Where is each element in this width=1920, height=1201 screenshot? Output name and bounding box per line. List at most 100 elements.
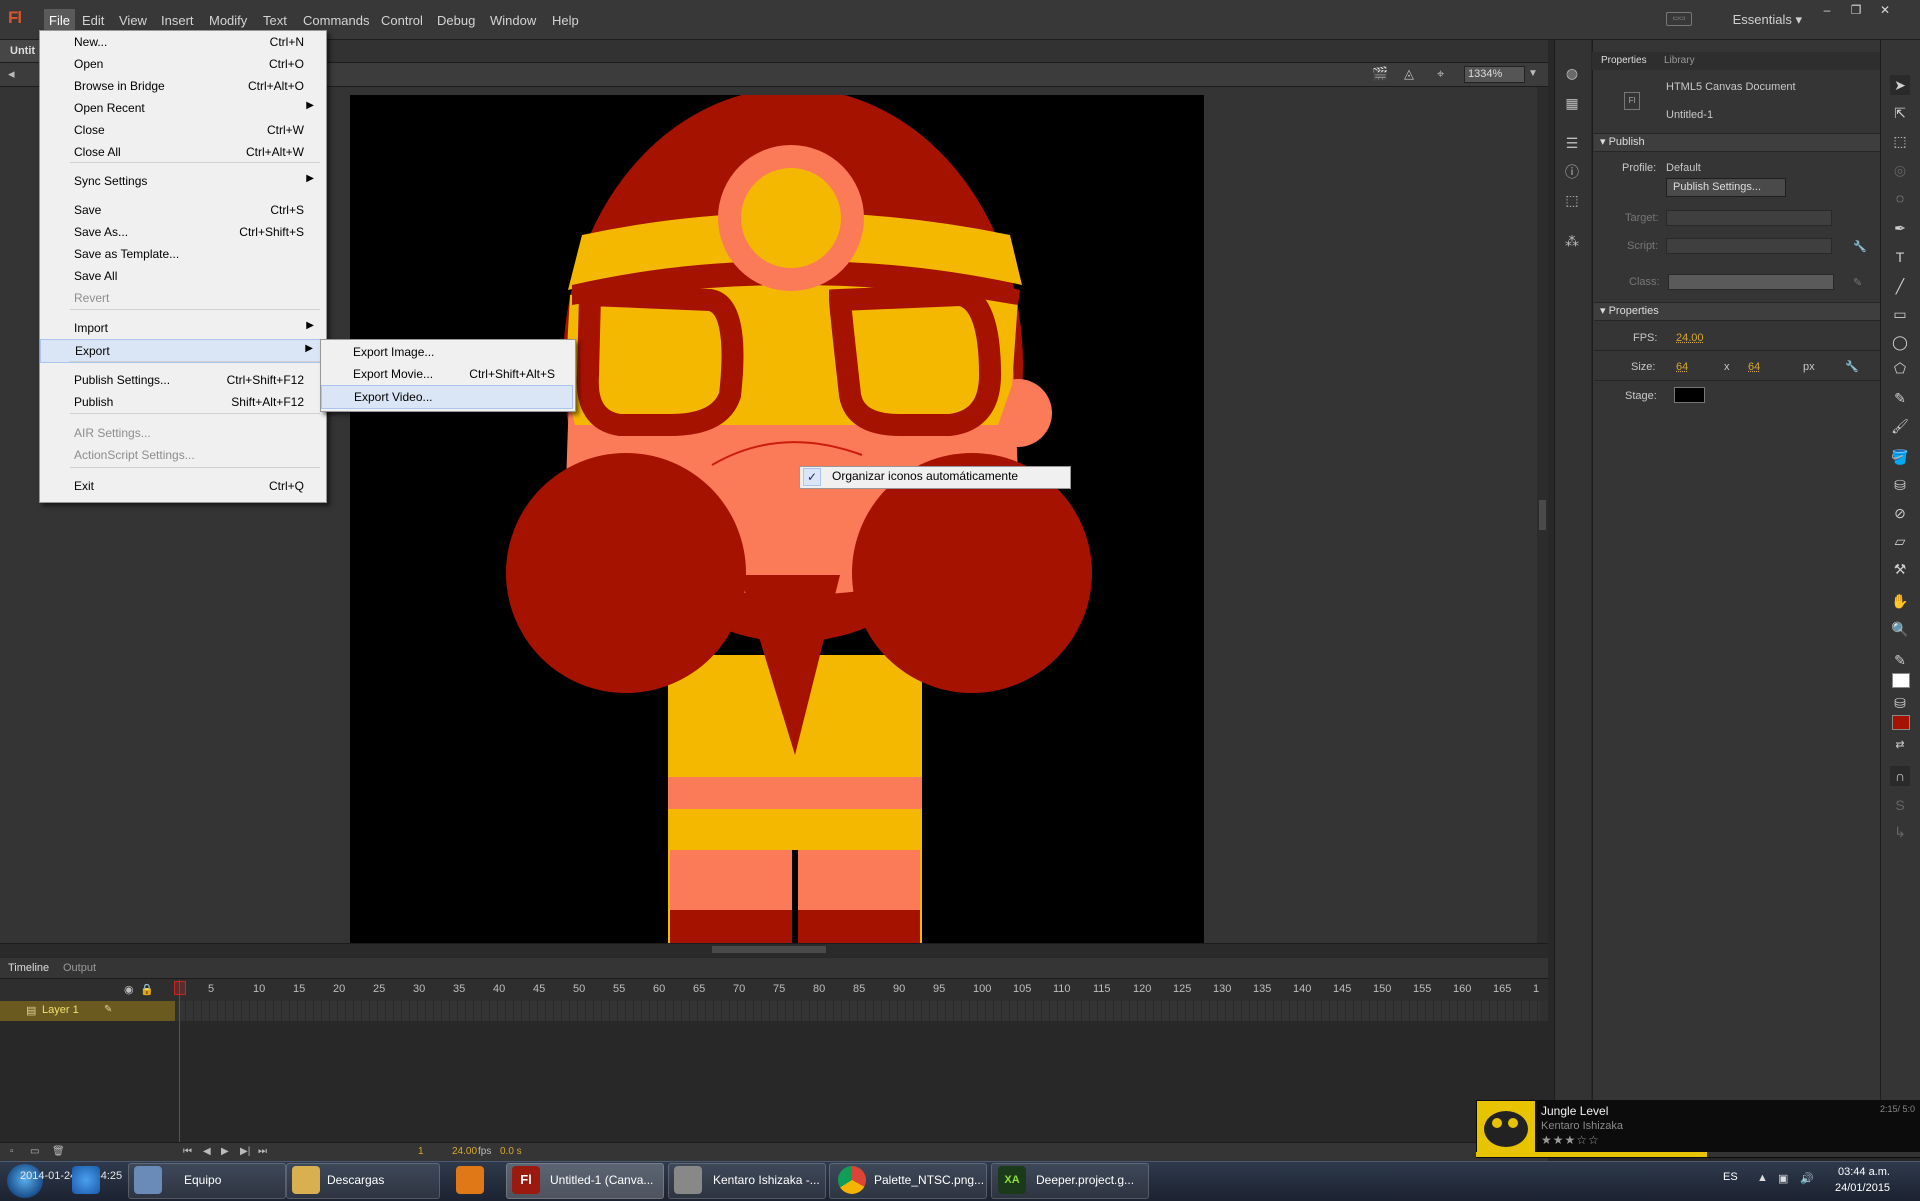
text-tool-icon[interactable]: T <box>1890 247 1910 267</box>
eye-icon[interactable]: ◉ <box>124 983 134 996</box>
show-hidden-icons[interactable]: ▲ <box>1757 1172 1768 1184</box>
close-icon[interactable]: ✕ <box>1874 3 1896 17</box>
fps-value[interactable]: 24.00 <box>1676 332 1704 344</box>
hand-tool-icon[interactable]: ✋ <box>1890 591 1910 611</box>
first-frame-icon[interactable]: ⏮ <box>183 1146 192 1157</box>
internet-explorer-icon[interactable] <box>72 1166 100 1194</box>
ink-bottle-tool-icon[interactable]: ⛁ <box>1890 475 1910 495</box>
media-player-icon[interactable] <box>456 1166 484 1194</box>
symbol-icon[interactable]: ◬ <box>1404 66 1414 82</box>
wrench-icon[interactable]: 🔧 <box>1845 360 1859 373</box>
stage[interactable] <box>350 95 1204 943</box>
step-forward-icon[interactable]: ▶| <box>240 1146 250 1157</box>
chevron-down-icon[interactable]: ▼ <box>1528 68 1538 79</box>
lock-icon[interactable]: 🔒 <box>140 983 154 996</box>
snap-icon[interactable]: ∩ <box>1890 766 1910 786</box>
transform-icon[interactable]: ⬚ <box>1563 191 1581 209</box>
file-menu-item-save-as[interactable]: Save As... Ctrl+Shift+S <box>40 221 324 243</box>
height-value[interactable]: 64 <box>1748 361 1760 373</box>
track-rating[interactable]: ★★★☆☆ <box>1541 1133 1600 1147</box>
rectangle-tool-icon[interactable]: ▭ <box>1890 304 1910 324</box>
menu-control[interactable]: Control <box>376 11 428 30</box>
tab-timeline[interactable]: Timeline <box>8 962 49 974</box>
submenu-item-export-video[interactable]: Export Video... <box>321 385 573 409</box>
eyedropper-tool-icon[interactable]: ⊘ <box>1890 503 1910 523</box>
vertical-scroll-thumb[interactable] <box>1539 500 1546 530</box>
file-menu-item-new[interactable]: New... Ctrl+N <box>40 31 324 53</box>
file-menu-item-publish-settings[interactable]: Publish Settings... Ctrl+Shift+F12 <box>40 369 324 391</box>
wrench-icon[interactable]: 🔧 <box>1853 240 1867 253</box>
menu-debug[interactable]: Debug <box>432 11 480 30</box>
polystar-tool-icon[interactable]: ⬠ <box>1890 358 1910 378</box>
pencil-icon[interactable]: ✎ <box>1853 276 1862 289</box>
tab-output[interactable]: Output <box>63 962 96 974</box>
swatches-icon[interactable]: ▦ <box>1563 94 1581 112</box>
tab-properties[interactable]: Properties <box>1601 55 1647 66</box>
center-stage-icon[interactable]: ⌖ <box>1437 66 1444 82</box>
submenu-item-export-movie[interactable]: Export Movie... Ctrl+Shift+Alt+S <box>321 363 573 385</box>
clock-date[interactable]: 24/01/2015 <box>1835 1182 1890 1194</box>
free-transform-tool-icon[interactable]: ⬚ <box>1890 131 1910 151</box>
align-icon[interactable]: ☰ <box>1563 134 1581 152</box>
workspace-switcher[interactable]: Essentials ▾ <box>1733 12 1802 28</box>
menu-modify[interactable]: Modify <box>204 11 252 30</box>
components-icon[interactable]: ⁂ <box>1563 232 1581 250</box>
file-menu-item-export[interactable]: Export ▶ <box>40 339 324 363</box>
file-menu-item-open-recent[interactable]: Open Recent ▶ <box>40 97 324 119</box>
subselection-tool-icon[interactable]: ⇱ <box>1890 103 1910 123</box>
file-menu-item-save-all[interactable]: Save All <box>40 265 324 287</box>
restore-icon[interactable]: ❐ <box>1845 3 1867 17</box>
publish-settings-button[interactable]: Publish Settings... <box>1666 178 1786 197</box>
pen-tool-icon[interactable]: ✒ <box>1890 218 1910 238</box>
fps-readout[interactable]: 24.00 <box>452 1146 477 1157</box>
line-tool-icon[interactable]: ╱ <box>1890 276 1910 296</box>
file-menu-item-publish[interactable]: Publish Shift+Alt+F12 <box>40 391 324 413</box>
smooth-icon[interactable]: S <box>1890 795 1910 815</box>
target-select[interactable] <box>1666 210 1832 226</box>
play-icon[interactable]: ▶ <box>221 1146 229 1157</box>
3d-rotation-tool-icon[interactable]: ◎ <box>1890 160 1910 180</box>
file-menu-item-close[interactable]: Close Ctrl+W <box>40 119 324 141</box>
color-icon[interactable]: ◍ <box>1563 64 1581 82</box>
lasso-tool-icon[interactable]: ◌ <box>1890 188 1910 208</box>
file-menu-item-browse-in-bridge[interactable]: Browse in Bridge Ctrl+Alt+O <box>40 75 324 97</box>
file-menu-item-open[interactable]: Open Ctrl+O <box>40 53 324 75</box>
pencil-tool-icon[interactable]: ✎ <box>1890 388 1910 408</box>
current-frame[interactable]: 1 <box>418 1146 424 1157</box>
frame-cells[interactable] <box>178 1001 1540 1021</box>
menu-insert[interactable]: Insert <box>156 11 199 30</box>
brush-tool-icon[interactable]: 🖌 <box>1890 416 1910 436</box>
new-folder-icon[interactable]: ▭ <box>30 1146 39 1157</box>
network-icon[interactable]: ▣ <box>1778 1172 1788 1185</box>
context-menu-item-auto-arrange[interactable]: Organizar iconos automáticamente <box>832 469 1018 483</box>
menu-edit[interactable]: Edit <box>77 11 109 30</box>
eraser-tool-icon[interactable]: ▱ <box>1890 531 1910 551</box>
tab-library[interactable]: Library <box>1664 55 1695 66</box>
playhead[interactable] <box>179 980 180 1163</box>
scene-icon[interactable]: 🎬 <box>1372 66 1388 82</box>
oval-tool-icon[interactable]: ◯ <box>1890 332 1910 352</box>
file-menu-item-save[interactable]: Save Ctrl+S <box>40 199 324 221</box>
time-readout[interactable]: 0.0 s <box>500 1146 522 1157</box>
file-menu-item-save-as-template[interactable]: Save as Template... <box>40 243 324 265</box>
script-select[interactable] <box>1666 238 1832 254</box>
swap-colors-icon[interactable]: ⇄ <box>1890 735 1910 755</box>
stroke-color-icon[interactable]: ✎ <box>1890 650 1910 670</box>
step-back-icon[interactable]: ◀ <box>203 1146 211 1157</box>
clock-time[interactable]: 03:44 a.m. <box>1838 1166 1890 1178</box>
last-frame-icon[interactable]: ⏭ <box>258 1146 267 1157</box>
fill-color-icon[interactable]: ⛁ <box>1890 693 1910 713</box>
menu-help[interactable]: Help <box>547 11 584 30</box>
zoom-tool-icon[interactable]: 🔍 <box>1890 619 1910 639</box>
file-menu-item-exit[interactable]: Exit Ctrl+Q <box>40 475 324 497</box>
paint-bucket-tool-icon[interactable]: 🪣 <box>1890 447 1910 467</box>
publish-section-header[interactable]: ▾ Publish <box>1594 133 1880 152</box>
language-indicator[interactable]: ES <box>1723 1171 1738 1183</box>
file-menu-item-import[interactable]: Import ▶ <box>40 317 324 339</box>
minimize-icon[interactable]: – <box>1816 3 1838 17</box>
sync-icon[interactable]: ▭▭ <box>1666 12 1692 26</box>
horizontal-scroll-thumb[interactable] <box>712 946 826 953</box>
back-arrow-icon[interactable]: ◂ <box>8 66 15 82</box>
file-menu-item-sync-settings[interactable]: Sync Settings ▶ <box>40 170 324 192</box>
new-layer-icon[interactable]: ▫ <box>10 1146 14 1157</box>
